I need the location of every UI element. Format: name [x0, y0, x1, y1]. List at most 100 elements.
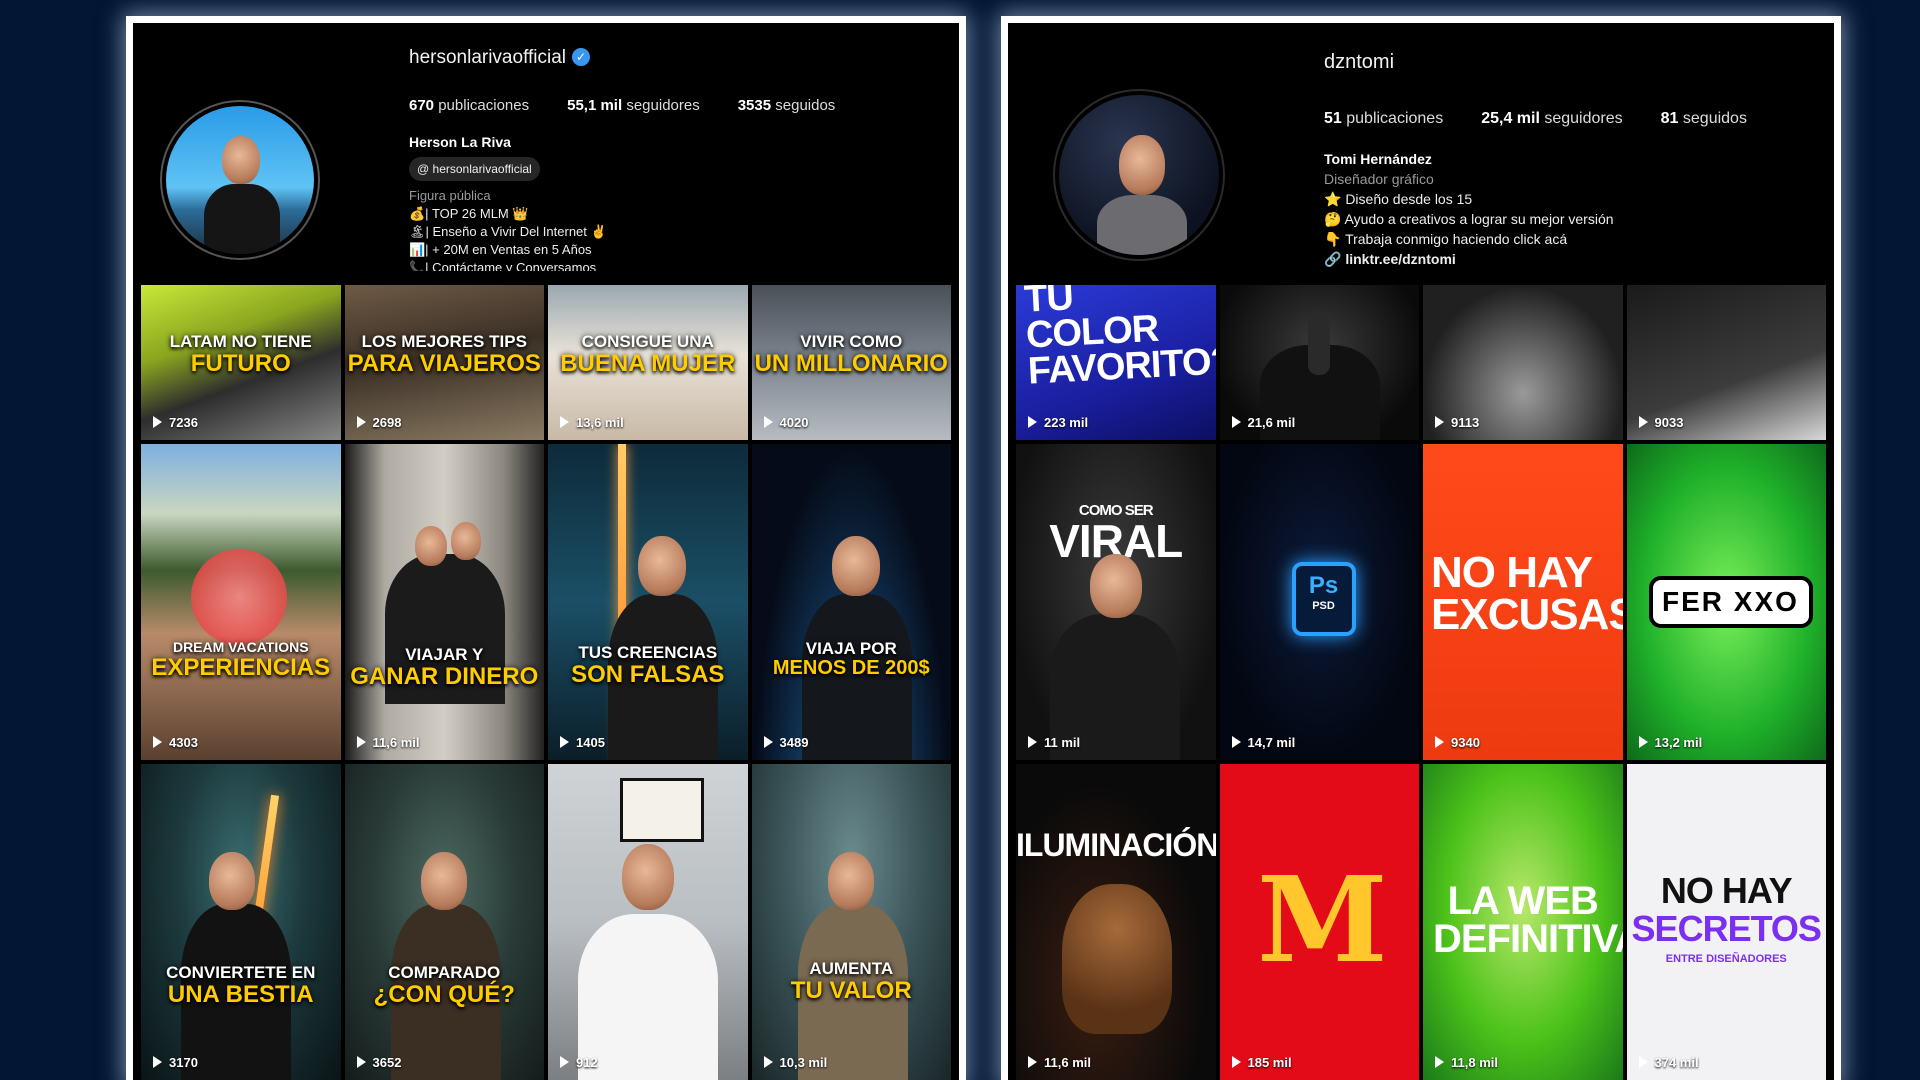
view-count: 374 mil [1639, 1055, 1699, 1070]
view-count: 9033 [1639, 415, 1684, 430]
bio-line: 👇 Trabaja conmigo haciendo click acá [1324, 231, 1568, 247]
username-text: hersonlarivaofficial [409, 47, 567, 68]
reel-tile[interactable]: 21,6 mil [1219, 285, 1419, 440]
view-count: 2698 [357, 415, 402, 430]
reel-tile[interactable]: NO HAY EXCUSAS. 9340 [1423, 444, 1623, 760]
username[interactable]: dzntomi [1324, 51, 1394, 74]
view-count: 9340 [1435, 735, 1480, 750]
profile-stats: 51 publicaciones 25,4 mil seguidores 81 se… [1324, 110, 1785, 128]
reel-tile[interactable]: TU COLOR FAVORITO? 223 mil [1016, 285, 1216, 440]
view-count: 4020 [764, 415, 809, 430]
verified-badge-icon: ✓ [572, 48, 591, 66]
photoshop-icon: Ps PSD [1291, 562, 1356, 636]
reel-tile[interactable]: CONSIGUE UNA BUENA MUJER 13,6 mil [548, 285, 748, 440]
view-count: 11,6 mil [1028, 1055, 1091, 1070]
reel-tile[interactable]: COMPARADO ¿CON QUÉ? 3652 [344, 764, 544, 1080]
reel-tile[interactable]: ILUMINACIÓN 11,6 mil [1016, 764, 1216, 1080]
freddy-figure [1062, 884, 1172, 1034]
reel-caption: NO HAY [1660, 870, 1793, 911]
profile-bio: Tomi Hernández Diseñador gráfico ⭐ Diseñ… [1324, 149, 1614, 269]
reel-tile[interactable]: CONVIERTETE EN UNA BESTIA 3170 [141, 764, 341, 1080]
profile-avatar[interactable] [1053, 89, 1225, 261]
view-count: 13,6 mil [560, 415, 624, 430]
view-count: 912 [560, 1055, 598, 1070]
posts-grid: TU COLOR FAVORITO? 223 mil 21,6 mil 9113… [1016, 285, 1826, 1080]
reel-tile[interactable]: AUMENTA TU VALOR 10,3 mil [751, 764, 951, 1080]
reel-caption: TUS CREENCIAS SON FALSAS [571, 643, 725, 688]
following-stat[interactable]: 81 seguidos [1661, 110, 1747, 127]
profile-panel-hersonlarivaofficial: hersonlarivaofficial ✓ 670 publicaciones 5… [133, 23, 959, 1080]
bio-line: 💰| TOP 26 MLM 👑 [409, 206, 529, 221]
profile-avatar[interactable] [160, 100, 320, 260]
category-label: Diseñador gráfico [1324, 171, 1434, 187]
reel-caption: COMPARADO ¿CON QUÉ? [373, 963, 515, 1008]
reel-tile[interactable]: LATAM NO TIENE FUTURO 7236 [141, 285, 341, 440]
view-count: 13,2 mil [1639, 735, 1703, 750]
mcdonalds-logo-icon: M [1256, 850, 1388, 989]
posts-stat: 670 publicaciones [409, 97, 530, 114]
threads-icon: @ [417, 162, 430, 176]
posts-grid: LATAM NO TIENE FUTURO 7236 LOS MEJORES TI… [141, 285, 951, 1080]
reel-tile[interactable]: FER XXO 13,2 mil [1626, 444, 1826, 760]
bio-line: 🤔 Ayudo a creativos a lograr su mejor ve… [1324, 211, 1614, 227]
reel-tile[interactable]: 9033 [1626, 285, 1826, 440]
reel-tile[interactable]: TUS CREENCIAS SON FALSAS 1405 [548, 444, 748, 760]
profile-bio: Herson La Riva @ hersonlarivaofficial Fi… [409, 133, 607, 271]
reel-caption: NO HAY EXCUSAS. [1431, 548, 1623, 639]
view-count: 1405 [560, 735, 605, 750]
reel-tile[interactable]: M 185 mil [1219, 764, 1419, 1080]
reel-tile[interactable]: VIAJAR Y GANAR DINERO 11,6 mil [344, 444, 544, 760]
bio-line: 📊| + 20M en Ventas en 5 Años [409, 242, 592, 257]
category-label: Figura pública [409, 188, 491, 203]
view-count: 10,3 mil [764, 1055, 828, 1070]
followers-stat[interactable]: 55,1 mil seguidores [567, 97, 700, 114]
reel-tile[interactable]: VIAJA POR MENOS DE 200$ 3489 [751, 444, 951, 760]
following-stat[interactable]: 3535 seguidos [738, 97, 836, 114]
microphone-icon [1307, 315, 1330, 375]
bio-line: 📞| Contáctame y Conversamos [409, 260, 597, 271]
dream-vacations-logo-icon [191, 549, 287, 645]
view-count: 7236 [153, 415, 198, 430]
view-count: 9113 [1435, 415, 1479, 430]
reel-tile[interactable]: 9113 [1423, 285, 1623, 440]
link-text: linktr.ee/dzntomi [1345, 251, 1456, 267]
reel-tile[interactable]: NO HAY SECRETOS ENTRE DISEÑADORES 374 mi… [1626, 764, 1826, 1080]
reel-tile[interactable]: 912 [548, 764, 748, 1080]
reel-caption-small: ENTRE DISEÑADORES [1665, 953, 1787, 965]
reel-caption: DREAM VACATIONS EXPERIENCIAS [151, 639, 331, 681]
view-count: 185 mil [1232, 1055, 1292, 1070]
reel-caption: ILUMINACIÓN [1016, 827, 1216, 863]
followers-stat[interactable]: 25,4 mil seguidores [1481, 110, 1622, 127]
reel-caption: VIAJA POR MENOS DE 200$ [772, 639, 930, 679]
bio-line: ⭐ Diseño desde los 15 [1324, 191, 1473, 207]
full-name: Tomi Hernández [1324, 151, 1432, 167]
reel-tile[interactable]: LA WEB DEFINITIVA 11,8 mil [1423, 764, 1623, 1080]
view-count: 3489 [764, 735, 809, 750]
view-count: 4303 [153, 735, 198, 750]
username-text: dzntomi [1324, 51, 1395, 73]
full-name: Herson La Riva [409, 134, 511, 150]
threads-chip[interactable]: @ hersonlarivaofficial [409, 157, 540, 181]
profile-header: dzntomi 51 publicaciones 25,4 mil seguido… [1016, 33, 1826, 271]
reel-caption: LA WEB DEFINITIVA [1433, 879, 1623, 961]
username[interactable]: hersonlarivaofficial ✓ [409, 47, 591, 69]
reel-caption: TU COLOR FAVORITO? [1023, 285, 1216, 393]
reel-caption: CONVIERTETE EN UNA BESTIA [166, 963, 316, 1008]
reel-caption: VIAJAR Y GANAR DINERO [350, 645, 539, 690]
reel-tile[interactable]: LOS MEJORES TIPS PARA VIAJEROS 2698 [344, 285, 544, 440]
profile-stats: 670 publicaciones 55,1 mil seguidores 3535… [409, 97, 873, 114]
view-count: 3170 [153, 1055, 198, 1070]
profile-header: hersonlarivaofficial ✓ 670 publicaciones 5… [141, 33, 951, 271]
fer-xxo-glasses-icon: FER XXO [1648, 576, 1813, 628]
reel-tile[interactable]: Ps PSD 14,7 mil [1219, 444, 1419, 760]
reel-tile[interactable]: COMO SER VIRAL 11 mil [1016, 444, 1216, 760]
poster-frame [620, 778, 704, 842]
reel-caption: AUMENTA TU VALOR [790, 959, 912, 1004]
bio-link[interactable]: 🔗 linktr.ee/dzntomi [1324, 249, 1614, 269]
posts-stat: 51 publicaciones [1324, 110, 1444, 127]
view-count: 21,6 mil [1232, 415, 1296, 430]
reel-tile[interactable]: DREAM VACATIONS EXPERIENCIAS 4303 [141, 444, 341, 760]
reel-tile[interactable]: VIVIR COMO UN MILLONARIO 4020 [751, 285, 951, 440]
view-count: 3652 [357, 1055, 402, 1070]
view-count: 11 mil [1028, 735, 1080, 750]
